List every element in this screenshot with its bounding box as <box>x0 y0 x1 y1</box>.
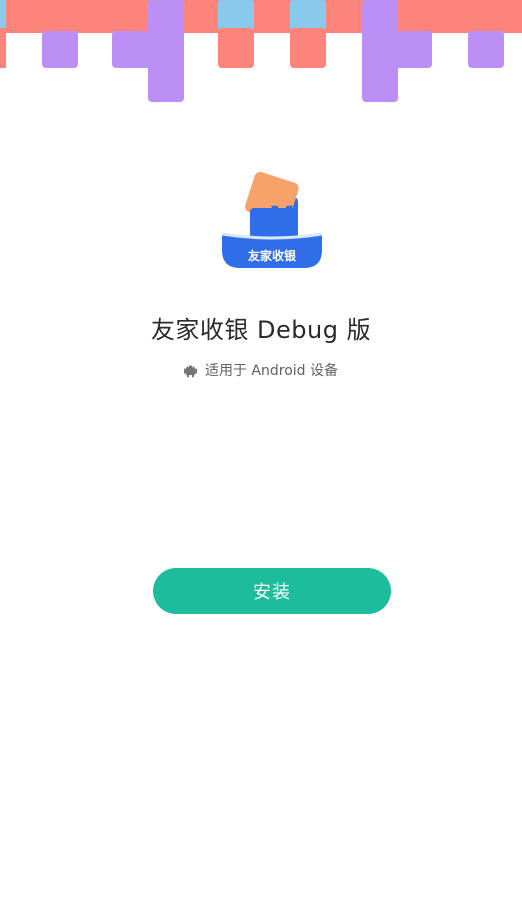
platform-text: 适用于 Android 设备 <box>204 363 339 379</box>
app-title: 友家收银 Debug 版 <box>150 316 372 344</box>
decorative-header-banner <box>0 0 522 110</box>
install-button[interactable]: 安装 <box>153 568 391 614</box>
logo-letter: Y <box>270 201 294 236</box>
app-logo-icon: Y 友家收银 <box>220 168 324 272</box>
logo-label: 友家收银 <box>247 248 297 263</box>
platform-compatibility: 适用于 Android 设备 <box>0 360 522 382</box>
android-icon <box>183 364 197 378</box>
